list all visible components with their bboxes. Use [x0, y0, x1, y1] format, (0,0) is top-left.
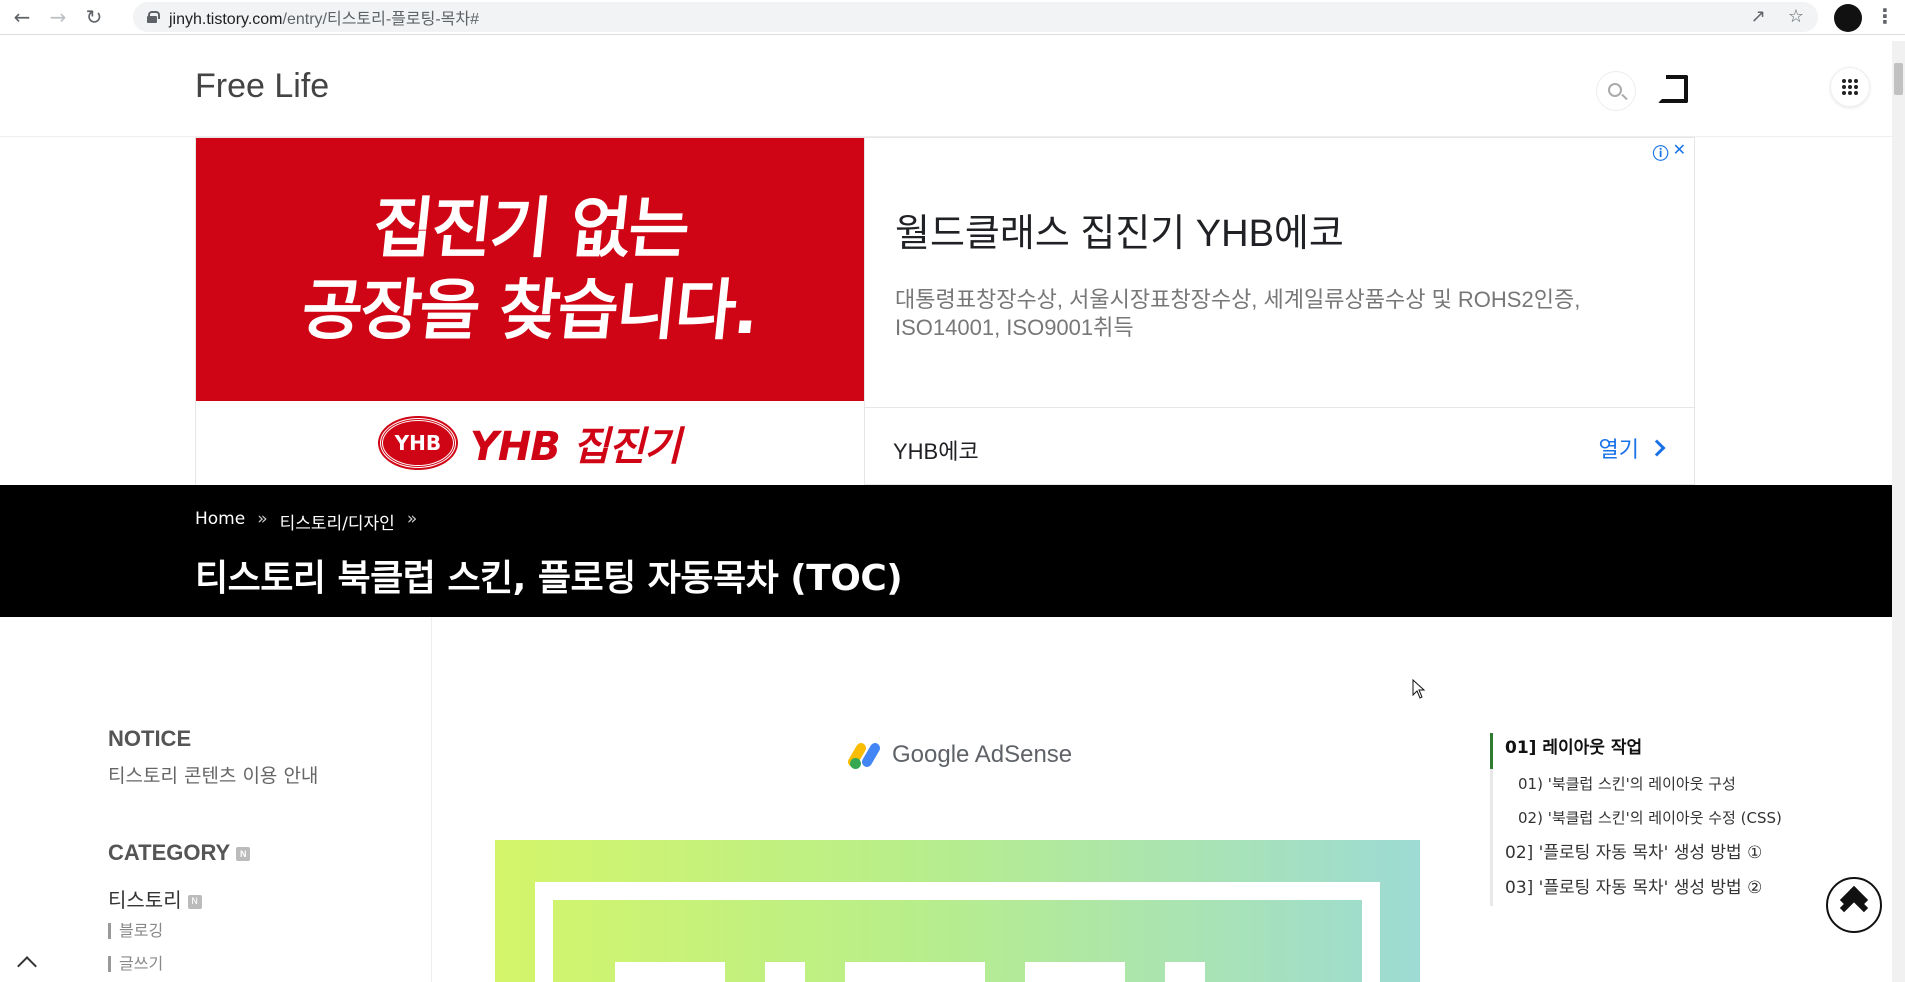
display-ad[interactable]: 집진기 없는 공장을 찾습니다. YHB YHB 집진기 ⓘ ✕ 월드클래스 집… — [195, 137, 1695, 485]
ad-image-line2: 공장을 찾습니다. — [298, 271, 762, 349]
ad-brand-logo: YHB YHB 집진기 — [196, 401, 864, 485]
ad-headline[interactable]: 월드클래스 집진기 YHB에코 — [895, 202, 1344, 257]
notice-heading: NOTICE — [108, 726, 192, 751]
category-label: 티스토리 — [108, 888, 182, 912]
post-title: 티스토리 북클럽 스킨, 플로팅 자동목차 (TOC) — [195, 558, 903, 599]
notice-link[interactable]: 티스토리 콘텐츠 이용 안내 — [108, 761, 318, 788]
ad-description: 대통령표창장수상, 서울시장표창장수상, 세계일류상품수상 및 ROHS2인증,… — [895, 287, 1581, 340]
toc-item[interactable]: 01] 레이아웃 작업 — [1490, 733, 1870, 769]
ad-text-panel[interactable]: ⓘ ✕ 월드클래스 집진기 YHB에코 대통령표창장수상, 서울시장표창장수상,… — [864, 138, 1695, 485]
dots-menu-icon — [1842, 79, 1858, 95]
post-hero-image — [495, 840, 1420, 982]
category-sub-blogging[interactable]: 블로깅 — [108, 923, 163, 939]
ad-footer: YHB에코 열기 — [865, 407, 1695, 485]
sidebar: NOTICE 티스토리 콘텐츠 이용 안내 CATEGORY N 티스토리 N 블로… — [0, 617, 432, 982]
yhb-logo-text: YHB 집진기 — [469, 424, 681, 470]
ad-image[interactable]: 집진기 없는 공장을 찾습니다. YHB YHB 집진기 — [196, 138, 864, 485]
ad-open-button[interactable]: 열기 — [1598, 432, 1666, 464]
ad-choices[interactable]: ⓘ ✕ — [1653, 140, 1686, 164]
reload-icon[interactable]: ↻ — [80, 3, 108, 31]
scroll-to-top-button[interactable] — [1826, 877, 1882, 933]
bookmark-star-icon[interactable]: ☆ — [1788, 6, 1804, 27]
profile-avatar[interactable] — [1834, 4, 1862, 32]
ad-image-line1: 집진기 없는 — [368, 189, 692, 267]
toc-item[interactable]: 03] '플로팅 자동 목차' 생성 방법 ② — [1493, 872, 1870, 906]
adsense-placeholder: Google AdSense — [846, 740, 1073, 770]
blog-title[interactable]: Free Life — [195, 67, 329, 106]
breadcrumb-separator: » — [257, 509, 268, 529]
adsense-logo-icon — [846, 740, 882, 770]
toc-item[interactable]: 01) '북클럽 스킨'의 레이아웃 구성 — [1493, 769, 1870, 803]
hero-bar-shapes — [615, 962, 1205, 982]
ad-info-icon[interactable]: ⓘ — [1653, 140, 1669, 164]
toc-item[interactable]: 02] '플로팅 자동 목차' 생성 방법 ① — [1493, 837, 1870, 872]
lock-icon[interactable] — [147, 11, 160, 23]
search-button[interactable] — [1596, 71, 1636, 111]
page-scrollbar[interactable] — [1892, 41, 1905, 982]
breadcrumb-home[interactable]: Home — [195, 509, 245, 534]
post-title-band: Home » 티스토리/디자인 » 티스토리 북클럽 스킨, 플로팅 자동목차 … — [0, 485, 1892, 617]
breadcrumb-separator: » — [406, 509, 418, 529]
ad-open-label: 열기 — [1598, 438, 1639, 463]
share-icon[interactable]: ↗ — [1751, 6, 1766, 27]
chevron-right-icon — [1648, 439, 1666, 457]
category-item-tistory[interactable]: 티스토리 N — [108, 884, 202, 913]
category-heading-label: CATEGORY — [108, 840, 231, 865]
breadcrumb-category[interactable]: 티스토리/디자인 — [280, 509, 395, 534]
breadcrumb: Home » 티스토리/디자인 » — [195, 509, 417, 534]
yhb-logo-mark: YHB — [379, 418, 456, 468]
blog-header: Free Life — [0, 41, 1892, 137]
browser-toolbar: ← → ↻ jinyh.tistory.com/entry/티스토리-플로팅-목… — [0, 0, 1905, 35]
scrollbar-thumb[interactable] — [1894, 63, 1903, 95]
search-icon — [1608, 83, 1622, 97]
category-heading: CATEGORY N — [108, 840, 251, 866]
category-sub-writing[interactable]: 글쓰기 — [108, 956, 163, 972]
chevron-up-icon[interactable] — [17, 956, 37, 976]
new-badge: N — [236, 847, 251, 862]
toc-item[interactable]: 02) '북클럽 스킨'의 레이아웃 수정 (CSS) — [1493, 803, 1870, 837]
menu-button[interactable] — [1830, 67, 1870, 107]
floating-toc: 01] 레이아웃 작업 01) '북클럽 스킨'의 레이아웃 구성 02) '북… — [1490, 733, 1870, 906]
address-bar[interactable]: jinyh.tistory.com/entry/티스토리-플로팅-목차# ↗ ☆ — [133, 2, 1818, 32]
bookmark-frame-icon[interactable] — [1658, 75, 1688, 103]
new-badge: N — [187, 894, 202, 909]
browser-menu-icon[interactable]: ⋮ — [1875, 4, 1895, 28]
forward-icon[interactable]: → — [44, 3, 72, 31]
ad-advertiser[interactable]: YHB에코 — [893, 434, 979, 466]
back-icon[interactable]: ← — [8, 3, 36, 31]
adsense-label: Google AdSense — [892, 741, 1073, 768]
ad-close-icon[interactable]: ✕ — [1673, 140, 1686, 164]
ad-red-banner: 집진기 없는 공장을 찾습니다. — [196, 138, 864, 401]
url-text[interactable]: jinyh.tistory.com/entry/티스토리-플로팅-목차# — [169, 5, 479, 29]
